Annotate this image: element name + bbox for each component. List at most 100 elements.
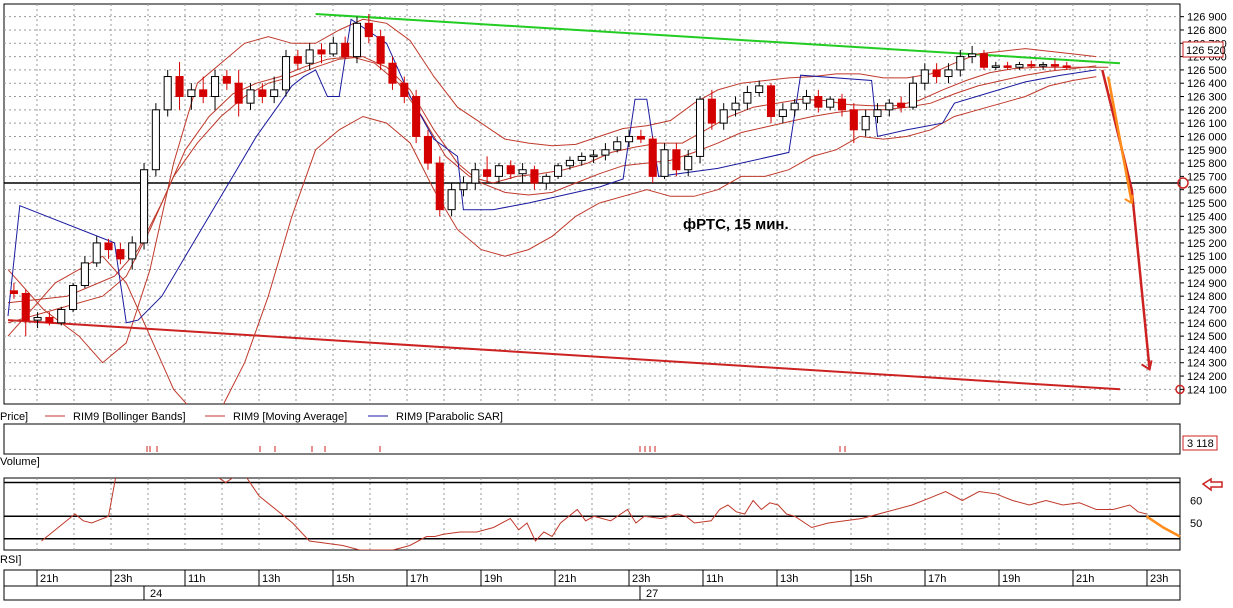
candle-body [187,89,196,98]
price-axis-label: 125 500 [1187,198,1227,210]
price-axis-label: 124 800 [1187,291,1227,303]
candle-body [766,85,776,117]
candle-body [506,165,515,175]
candle-body [69,285,78,310]
candle-body [270,89,279,98]
rsi-axis: 60 50 [1190,496,1202,531]
price-axis-label: 126 500 [1187,65,1227,77]
candle-body [542,175,551,184]
candle-body [979,53,989,68]
candle-body [755,85,764,94]
candle [648,136,657,184]
time-axis-hour-label: 23h [114,573,132,585]
candle-body [837,98,847,111]
candle-body [341,42,350,58]
price-axis-label: 124 100 [1187,384,1227,396]
candle-body [116,249,125,260]
candle-body [861,115,870,131]
candle-body [9,290,18,295]
rsi-axis-label: 50 [1190,518,1202,530]
candle-body [1050,64,1059,67]
candle [163,69,172,117]
time-axis-hour-label: 15h [854,573,872,585]
candle-body [885,102,894,111]
candle-body [932,69,941,78]
candle [69,282,78,313]
volume-value-badge: 3 118 [1182,435,1218,451]
price-axis-label: 126 400 [1187,78,1227,90]
candle-body [57,308,66,324]
candle-body [802,96,811,104]
candle-body [222,76,231,84]
time-axis-day-label: 27 [646,588,658,600]
price-axis-label: 124 300 [1187,358,1227,370]
candle-body [1039,64,1048,67]
rsi-axis-label: 60 [1190,496,1202,508]
candle-body [554,165,563,177]
legend: Price] RIM9 [Bollinger Bands] RIM9 [Movi… [0,411,503,423]
candle-body [648,138,657,177]
chart-window: фРТС, 15 мин. 126 900126 800126 700126 6… [0,0,1233,603]
candle-body [530,169,539,184]
candle-body [459,182,468,191]
candle-body [33,316,42,321]
price-axis-label: 125 900 [1187,145,1227,157]
price-axis: 126 900126 800126 700126 600126 500126 4… [1180,12,1227,396]
candle [352,16,362,64]
candle [412,89,421,144]
candle-body [199,89,208,98]
candle-body [423,135,433,164]
volume-label: Volume] [0,456,40,468]
candle-body [471,169,480,184]
candle-body [175,76,184,98]
candle-body [412,96,421,137]
candle-body [258,89,267,98]
time-axis-hour-label: 11h [706,573,724,585]
time-axis-hour-label: 21h [558,573,576,585]
time-axis-hour-label: 15h [336,573,354,585]
time-axis-hour-label: 21h [1076,573,1094,585]
candle-body [814,96,823,108]
candle-body [778,109,787,117]
candle-body [364,22,373,38]
candle-body [790,102,799,111]
candle-body [329,42,338,55]
candle-body [139,169,149,244]
candle-body [45,316,54,324]
candle-body [944,69,953,78]
price-axis-label: 126 000 [1187,131,1227,143]
candle-body [908,82,918,108]
candle-body [684,155,693,171]
price-axis-label: 124 900 [1187,278,1227,290]
trading-chart: фРТС, 15 мин. 126 900126 800126 700126 6… [0,3,1227,601]
time-axis-hour-label: 19h [1002,573,1020,585]
candle-body [352,22,362,58]
candle-body [613,141,622,151]
legend-price: Price] [0,411,28,423]
rsi-arrow-marker [1201,477,1223,492]
candle [695,96,705,164]
candle-body [589,154,598,158]
price-axis-label: 126 300 [1187,92,1227,104]
candle [554,163,563,180]
candle [139,163,149,250]
candle-body [873,109,882,117]
candle-body [151,109,160,171]
candle-body [1027,64,1036,67]
price-axis-label: 125 300 [1187,225,1227,237]
time-axis-hour-label: 17h [928,573,946,585]
price-axis-label: 125 100 [1187,251,1227,263]
time-axis-hour-label: 19h [484,573,502,585]
price-axis-label: 125 800 [1187,158,1227,170]
candle-body [128,242,137,260]
candle [57,306,66,326]
legend-bollinger: RIM9 [Bollinger Bands] [73,411,186,423]
candle-body [163,76,172,111]
time-axis-hour-label: 11h [188,573,206,585]
rsi-label: RSI] [0,554,21,566]
price-axis-label: 124 700 [1187,304,1227,316]
candle-body [565,159,574,167]
candle-body [518,169,527,175]
candle-body [293,56,302,64]
candle-body [920,69,929,84]
